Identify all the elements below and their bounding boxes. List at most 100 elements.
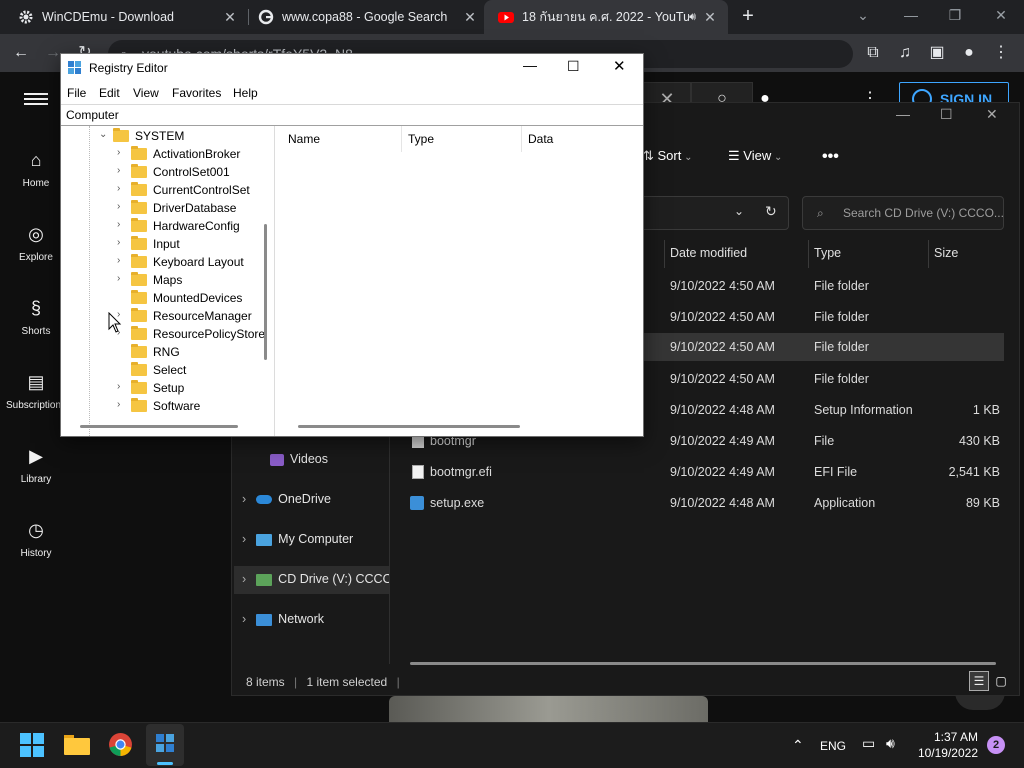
tree-horizontal-scrollbar[interactable] [80,425,238,428]
explorer-search-input[interactable]: ⌕ Search CD Drive (V:) CCCO... [802,196,1004,230]
file-size: 430 KB [958,434,1000,448]
tree-connector: · [117,291,127,302]
column-data[interactable]: Data [528,132,553,146]
chevron-right-icon[interactable]: › [117,165,127,176]
details-view-icon[interactable]: ☰ [969,671,989,691]
tab-search-icon[interactable]: ⌄ [848,4,878,26]
chevron-right-icon[interactable]: › [117,255,127,266]
explorer-minimize-icon[interactable]: — [896,106,910,122]
address-dropdown-icon[interactable]: ⌄ [734,204,744,218]
file-type: Setup Information [814,403,913,417]
column-type[interactable]: Type [408,132,434,146]
tree-node-label: ResourceManager [153,309,252,323]
nav-videos[interactable]: Videos [270,452,328,466]
explorer-maximize-icon[interactable]: ☐ [940,106,953,123]
file-row[interactable]: setup.exe 9/10/2022 4:48 AM Application … [408,489,1004,517]
tab-wincdemu[interactable]: WinCDEmu - Download ✕ [4,0,248,34]
chevron-right-icon[interactable]: › [242,532,246,546]
file-type: File [814,434,835,448]
windows-start-icon[interactable] [20,733,44,757]
side-panel-icon[interactable]: ▣ [926,42,948,64]
notification-badge[interactable]: 2 [987,736,1005,754]
chevron-right-icon[interactable]: › [117,183,127,194]
chevron-down-icon[interactable]: ⌄ [99,129,109,140]
list-horizontal-scrollbar[interactable] [298,425,520,428]
chevron-right-icon[interactable]: › [242,612,246,626]
menu-file[interactable]: File [67,86,86,100]
clock-date[interactable]: 10/19/2022 [916,746,978,760]
profile-icon[interactable]: ● [958,42,980,64]
chevron-right-icon[interactable]: › [117,399,127,410]
column-size[interactable]: Size [934,246,958,260]
menu-view[interactable]: View [133,86,159,100]
tab-youtube[interactable]: 18 กันยายน ค.ศ. 2022 - YouTu 🔊︎ ✕ [484,0,728,34]
chevron-right-icon[interactable]: › [117,201,127,212]
column-name[interactable]: Name [288,132,320,146]
file-row[interactable]: bootmgr.efi 9/10/2022 4:49 AM EFI File 2… [408,458,1004,486]
refresh-icon[interactable]: ↻ [765,203,777,220]
cloud-icon [256,495,273,505]
chrome-icon[interactable] [108,732,133,757]
chevron-right-icon[interactable]: › [242,572,246,586]
menu-kebab-icon[interactable]: ⋮ [990,42,1012,64]
file-type: File folder [814,372,869,386]
explorer-close-icon[interactable]: ✕ [986,106,998,123]
menu-bar: File Edit View Favorites Help [61,82,643,104]
mouse-cursor-icon [108,312,122,333]
nav-onedrive[interactable]: › OneDrive [242,492,331,506]
folder-icon [131,344,147,358]
file-explorer-icon[interactable] [64,733,90,755]
nav-network[interactable]: › Network [242,612,324,626]
chevron-right-icon[interactable]: › [117,273,127,284]
explorer-address-bar[interactable]: ⌄ ↻ [620,196,789,230]
language-indicator[interactable]: ENG [820,739,846,753]
view-label: View [743,148,772,163]
minimize-icon[interactable]: — [896,4,926,26]
nav-my-computer[interactable]: › My Computer [242,532,353,546]
back-icon[interactable]: ← [10,42,32,64]
folder-icon [131,290,147,304]
horizontal-scrollbar[interactable] [410,662,996,665]
restore-icon[interactable]: ❐ [940,4,970,26]
chevron-right-icon[interactable]: › [117,219,127,230]
title-bar: Registry Editor — ☐ ✕ [61,54,643,82]
chevron-right-icon[interactable]: › [117,237,127,248]
tree-vertical-scrollbar[interactable] [264,224,267,360]
volume-icon[interactable]: 🔊︎ [886,735,895,752]
column-date-modified[interactable]: Date modified [670,246,747,260]
extensions-icon[interactable]: ⧉ [862,42,884,64]
tab-google-search[interactable]: www.copa88 - Google Search ✕ [244,0,488,34]
close-icon[interactable]: ✕ [986,4,1016,26]
close-tab-icon[interactable]: ✕ [700,9,720,26]
nav-cd-drive[interactable]: › CD Drive (V:) CCCOI [234,566,389,594]
video-thumbnail[interactable] [389,696,708,722]
youtube-icon [498,12,514,23]
close-tab-icon[interactable]: ✕ [220,9,240,26]
hamburger-menu-icon[interactable] [24,90,48,108]
view-button[interactable]: ☰ View ⌄ [728,148,782,164]
sort-button[interactable]: ⇅ Sort ⌄ [643,148,693,164]
registry-address-bar[interactable]: Computer [61,104,643,126]
large-icons-view-icon[interactable]: ▢ [991,671,1011,691]
menu-help[interactable]: Help [233,86,258,100]
close-icon[interactable]: ✕ [613,57,626,75]
minimize-icon[interactable]: — [523,57,537,73]
chevron-right-icon[interactable]: › [117,381,127,392]
media-control-icon[interactable]: ♫ [894,42,916,64]
file-date: 9/10/2022 4:49 AM [670,465,775,479]
chevron-right-icon[interactable]: › [242,492,246,506]
file-date: 9/10/2022 4:50 AM [670,279,775,293]
new-tab-button[interactable]: + [738,6,758,26]
clock-time[interactable]: 1:37 AM [932,730,978,744]
column-type[interactable]: Type [814,246,841,260]
network-icon[interactable]: ▭ [862,735,875,752]
menu-favorites[interactable]: Favorites [172,86,221,100]
maximize-icon[interactable]: ☐ [567,58,580,75]
more-options-icon[interactable]: ••• [822,148,839,166]
chevron-right-icon[interactable]: › [117,147,127,158]
close-tab-icon[interactable]: ✕ [460,9,480,26]
nav-history[interactable]: ◷ History [0,518,72,559]
nav-library[interactable]: ▶ Library [0,444,72,485]
menu-edit[interactable]: Edit [99,86,120,100]
show-hidden-icons-icon[interactable]: ⌃ [792,737,804,754]
